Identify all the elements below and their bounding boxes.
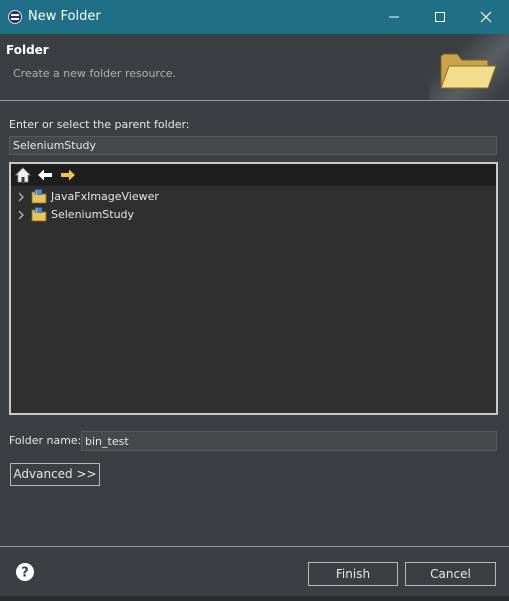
svg-text:J: J xyxy=(35,190,37,196)
chevron-right-icon[interactable] xyxy=(17,210,25,220)
folder-name-input[interactable] xyxy=(81,431,497,451)
back-button[interactable] xyxy=(37,167,53,183)
advanced-button[interactable]: Advanced >> xyxy=(10,463,100,486)
eclipse-app-icon xyxy=(8,10,22,24)
tree-item[interactable]: J SeleniumStudy xyxy=(11,206,496,224)
footer-separator xyxy=(0,546,509,547)
home-icon xyxy=(15,167,31,183)
tree-item[interactable]: J JavaFxImageViewer xyxy=(11,188,496,206)
page-description: Create a new folder resource. xyxy=(13,67,177,80)
finish-button[interactable]: Finish xyxy=(308,562,398,586)
help-icon[interactable]: ? xyxy=(15,562,35,582)
forward-arrow-icon xyxy=(61,169,75,181)
tree-toolbar xyxy=(11,164,496,186)
svg-text:?: ? xyxy=(21,566,29,581)
close-icon xyxy=(480,11,492,23)
tree-item-label: JavaFxImageViewer xyxy=(51,190,159,203)
java-project-icon: J xyxy=(31,189,47,204)
java-project-icon: J xyxy=(31,207,47,222)
parent-folder-input[interactable] xyxy=(9,136,497,155)
wizard-header: Folder Create a new folder resource. xyxy=(0,34,509,101)
folder-open-icon xyxy=(440,53,497,89)
svg-text:J: J xyxy=(35,208,37,214)
window-title: New Folder xyxy=(28,9,101,24)
maximize-button[interactable] xyxy=(417,0,463,34)
home-button[interactable] xyxy=(15,167,31,183)
parent-folder-label: Enter or select the parent folder: xyxy=(9,118,190,131)
close-button[interactable] xyxy=(463,0,509,34)
forward-button[interactable] xyxy=(60,167,76,183)
chevron-right-icon[interactable] xyxy=(17,192,25,202)
folder-name-label: Folder name: xyxy=(9,434,82,447)
tree-item-label: SeleniumStudy xyxy=(51,208,135,221)
cancel-button[interactable]: Cancel xyxy=(405,562,496,586)
minimize-icon xyxy=(389,16,399,18)
title-bar: New Folder xyxy=(0,0,509,34)
taskbar-edge xyxy=(0,596,509,601)
minimize-button[interactable] xyxy=(371,0,417,34)
back-arrow-icon xyxy=(38,169,52,181)
folder-tree[interactable]: J JavaFxImageViewer J SeleniumStudy xyxy=(9,162,498,415)
maximize-icon xyxy=(435,12,445,22)
page-title: Folder xyxy=(6,43,49,57)
